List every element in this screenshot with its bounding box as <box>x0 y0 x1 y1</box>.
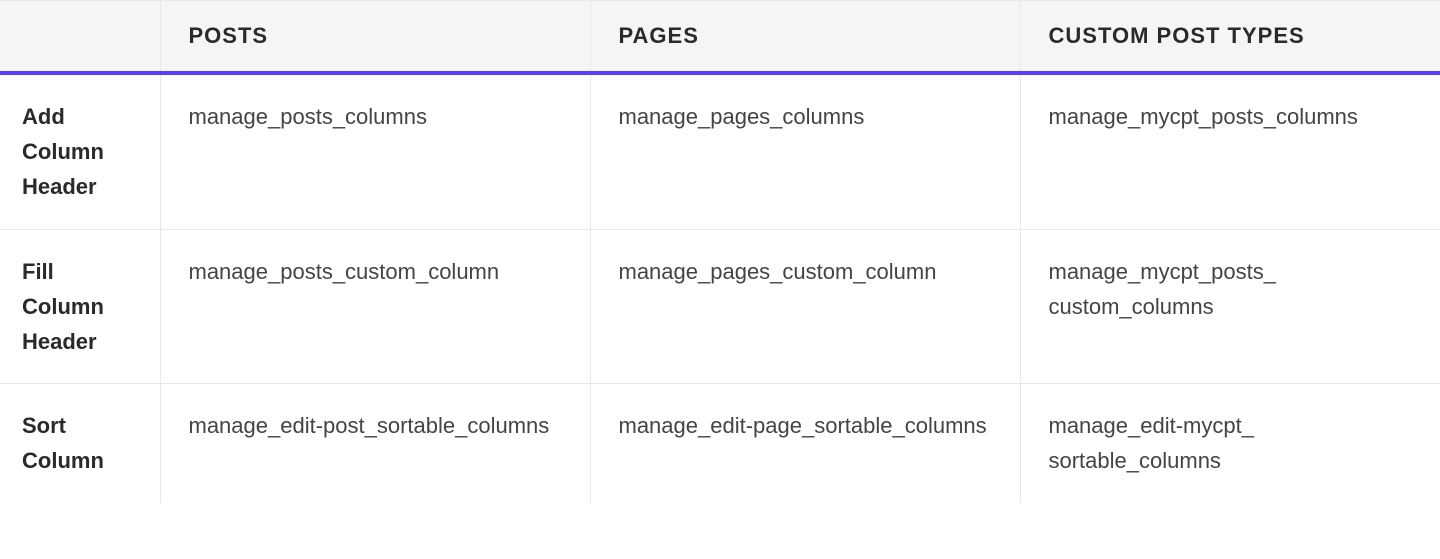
cell-pages: manage_edit-page_sortable​_columns <box>590 384 1020 503</box>
table-header-posts: POSTS <box>160 1 590 74</box>
table-header-row: POSTS PAGES CUSTOM POST TYPES <box>0 1 1440 74</box>
table-header-cpt: CUSTOM POST TYPES <box>1020 1 1440 74</box>
table-row: Add Column Header manage_posts_columns m… <box>0 73 1440 229</box>
cell-posts: manage_edit-post_sortable​_columns <box>160 384 590 503</box>
hooks-table: POSTS PAGES CUSTOM POST TYPES Add Column… <box>0 0 1440 503</box>
cell-pages: manage_pages_columns <box>590 73 1020 229</box>
table-header-blank <box>0 1 160 74</box>
cell-pages: manage_pages_custom_​column <box>590 229 1020 384</box>
table-header-pages: PAGES <box>590 1 1020 74</box>
cell-posts: manage_posts_columns <box>160 73 590 229</box>
row-label: Fill Column Header <box>0 229 160 384</box>
row-label: Sort Column <box>0 384 160 503</box>
table-row: Fill Column Header manage_posts_custom_​… <box>0 229 1440 384</box>
cell-cpt: manage_mycpt_posts_​columns <box>1020 73 1440 229</box>
cell-cpt: manage_edit-mycpt_​sortable_columns <box>1020 384 1440 503</box>
table-row: Sort Column manage_edit-post_sortable​_c… <box>0 384 1440 503</box>
cell-posts: manage_posts_custom_​column <box>160 229 590 384</box>
row-label: Add Column Header <box>0 73 160 229</box>
cell-cpt: manage_mycpt_posts_​custom_columns <box>1020 229 1440 384</box>
